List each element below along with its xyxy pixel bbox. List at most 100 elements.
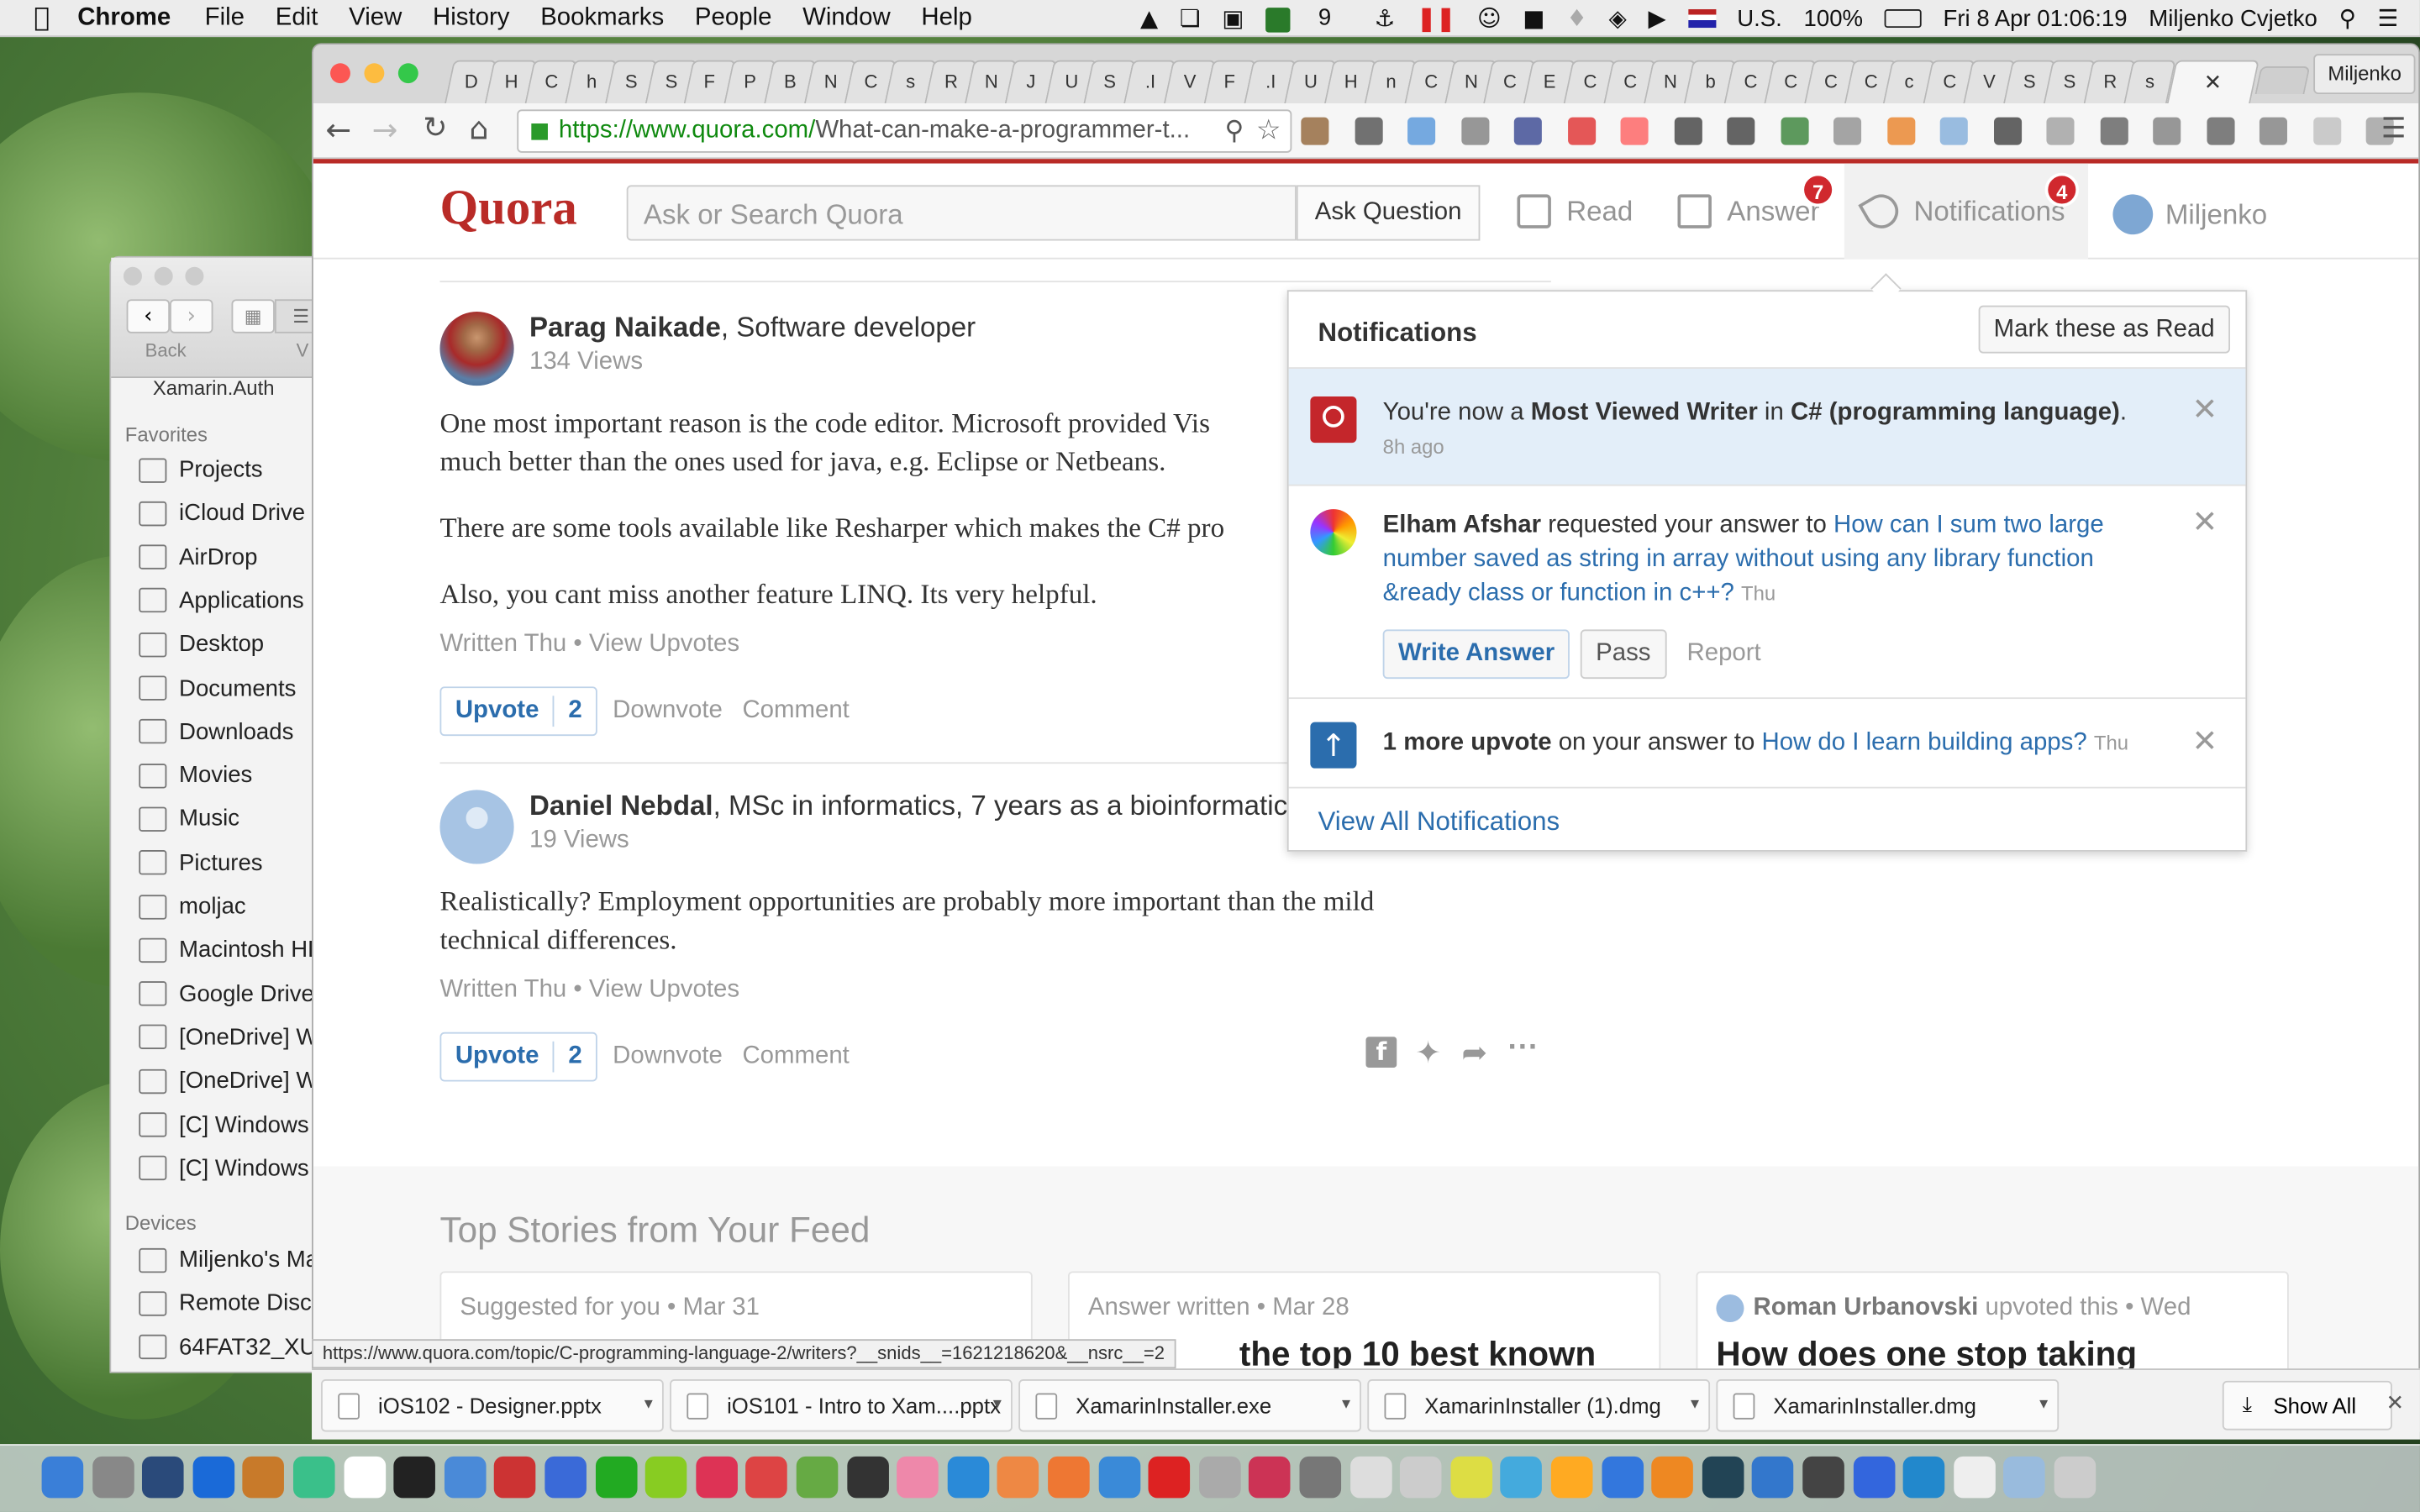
view-upvotes-link[interactable]: View Upvotes xyxy=(589,977,739,1003)
share-icon[interactable]: ➦ xyxy=(1461,1034,1487,1071)
wifi-icon[interactable]: ◈ xyxy=(1609,5,1627,33)
notification-item[interactable]: Elham Afshar requested your answer to Ho… xyxy=(1288,487,2246,700)
app-dock-icon[interactable] xyxy=(846,1456,889,1499)
apple-icon[interactable]:  xyxy=(34,3,50,34)
written-date[interactable]: Written Thu xyxy=(439,977,566,1003)
download-item[interactable]: iOS101 - Intro to Xam....pptx ▾ xyxy=(670,1379,1013,1432)
clock[interactable]: Fri 8 Apr 01:06:19 xyxy=(1944,5,2128,31)
home-icon[interactable]: ⌂ xyxy=(469,109,488,146)
sidebar-item[interactable]: [C] Windows xyxy=(139,1111,309,1138)
notification-item[interactable]: You're now a Most Viewed Writer in C# (p… xyxy=(1288,368,2246,486)
close-shelf-icon[interactable]: ✕ xyxy=(2386,1392,2405,1416)
xcode-dock-icon[interactable] xyxy=(1902,1456,1945,1499)
download-item[interactable]: XamarinInstaller (1).dmg ▾ xyxy=(1367,1379,1711,1432)
calendar-dock-icon[interactable] xyxy=(1349,1456,1392,1499)
timer-ext-icon[interactable] xyxy=(1460,117,1489,145)
app-dock-icon[interactable] xyxy=(897,1456,939,1499)
sidebar-device[interactable]: Miljenko's Ma xyxy=(139,1247,318,1273)
appstore-dock-icon[interactable] xyxy=(1601,1456,1644,1499)
download-item[interactable]: iOS102 - Designer.pptx ▾ xyxy=(321,1379,664,1432)
window-close-dot[interactable] xyxy=(330,63,350,84)
view-all-notifications-link[interactable]: View All Notifications xyxy=(1318,807,1560,838)
snowflake-ext-icon[interactable] xyxy=(2312,117,2341,145)
window-icon[interactable]: ❏ xyxy=(1180,5,1201,33)
quora-logo[interactable]: Quora xyxy=(439,179,576,236)
x-ext-icon[interactable] xyxy=(1993,117,2022,145)
downvote-button[interactable]: Downvote xyxy=(613,697,723,725)
app-dock-icon[interactable] xyxy=(1651,1456,1694,1499)
sidebar-item[interactable]: Music xyxy=(139,806,239,832)
feather-ext-icon[interactable] xyxy=(2259,117,2287,145)
github-ext-icon[interactable] xyxy=(2099,117,2128,145)
window-minimize-dot[interactable] xyxy=(364,63,385,84)
xamarin-dock-icon[interactable] xyxy=(1853,1456,1895,1499)
sidebar-item[interactable]: Movies xyxy=(139,763,252,789)
author-name[interactable]: Daniel Nebdal xyxy=(529,790,713,821)
sidebar-item[interactable]: Projects xyxy=(139,457,263,483)
anchor-icon[interactable]: ⚓ xyxy=(1375,5,1396,33)
menu-help[interactable]: Help xyxy=(921,4,971,32)
nav-answer[interactable]: Answer xyxy=(1677,194,1820,228)
app-dock-icon[interactable] xyxy=(595,1456,637,1499)
forward-icon[interactable]: → xyxy=(372,111,398,148)
app-dock-icon[interactable] xyxy=(1550,1456,1593,1499)
close-dot[interactable] xyxy=(123,266,142,286)
chevron-down-icon[interactable]: ▾ xyxy=(644,1394,653,1413)
app-dock-icon[interactable] xyxy=(1752,1456,1794,1499)
battery-percent[interactable]: 100% xyxy=(1804,5,1863,31)
reload-icon[interactable]: ↻ xyxy=(423,111,447,144)
minimize-dot[interactable] xyxy=(154,266,173,286)
terminal-dock-icon[interactable] xyxy=(393,1456,436,1499)
author-name[interactable]: Parag Naikade xyxy=(529,312,721,343)
sidebar-device[interactable]: 64FAT32_XU xyxy=(139,1334,316,1360)
question-link[interactable]: How do I learn building apps? xyxy=(1761,730,2086,756)
zoom-icon[interactable]: ⚲ xyxy=(1225,116,1244,147)
chevron-down-icon[interactable]: ▾ xyxy=(993,1394,1002,1413)
launchpad-dock-icon[interactable] xyxy=(92,1456,134,1499)
chevron-down-icon[interactable]: ▾ xyxy=(1342,1394,1350,1413)
written-date[interactable]: Written Thu xyxy=(439,631,566,657)
chevron-down-icon[interactable]: ▾ xyxy=(1691,1394,1699,1413)
dismiss-icon[interactable]: ✕ xyxy=(2192,391,2218,428)
calendar-ext-icon[interactable] xyxy=(1407,117,1436,145)
back-arrow-icon[interactable]: ‹ xyxy=(126,299,171,333)
activity-badge[interactable]: 9 xyxy=(1265,5,1353,32)
atom-dock-icon[interactable] xyxy=(292,1456,335,1499)
menu-file[interactable]: File xyxy=(205,4,245,32)
ask-question-button[interactable]: Ask Question xyxy=(1296,185,1481,241)
nav-read[interactable]: Read xyxy=(1517,194,1633,228)
comment-button[interactable]: Comment xyxy=(742,697,849,725)
app-dock-icon[interactable] xyxy=(142,1456,184,1499)
volume-icon[interactable]: ▶ xyxy=(1649,5,1666,33)
facebook-share-icon[interactable]: f xyxy=(1365,1037,1397,1068)
profile-button[interactable]: Miljenko xyxy=(2313,54,2416,95)
upvote-button[interactable]: Upvote 2 xyxy=(439,686,598,737)
dismiss-icon[interactable]: ✕ xyxy=(2192,503,2218,540)
avatar[interactable] xyxy=(439,790,514,864)
drive-ext-icon[interactable] xyxy=(2206,117,2234,145)
menu-view[interactable]: View xyxy=(349,4,402,32)
view-upvotes-link[interactable]: View Upvotes xyxy=(589,631,739,657)
sidebar-item[interactable]: Desktop xyxy=(139,632,264,658)
chrome-dock-icon[interactable] xyxy=(947,1456,989,1499)
chrome-menu-icon[interactable]: ☰ xyxy=(2381,113,2407,145)
folder-dock-icon[interactable] xyxy=(2003,1456,2046,1499)
tab-close-icon[interactable]: ✕ xyxy=(2204,61,2223,102)
download-item[interactable]: XamarinInstaller.exe ▾ xyxy=(1018,1379,1361,1432)
story-upvoter[interactable]: Roman Urbanovski xyxy=(1753,1294,1978,1320)
sidebar-item[interactable]: Google Drive xyxy=(139,980,314,1007)
window-zoom-dot[interactable] xyxy=(397,63,418,84)
menu-edit[interactable]: Edit xyxy=(276,4,318,32)
bw-ext-icon[interactable] xyxy=(1780,117,1808,145)
battery-icon[interactable] xyxy=(1884,9,1922,29)
sidebar-item[interactable]: [OneDrive] W xyxy=(139,1024,318,1051)
sidebar-item[interactable]: iCloud Drive xyxy=(139,501,305,527)
download-item[interactable]: XamarinInstaller.dmg ▾ xyxy=(1716,1379,2060,1432)
gear-ext-icon[interactable] xyxy=(1673,117,1702,145)
app-dock-icon[interactable] xyxy=(1450,1456,1492,1499)
printer-ext-icon[interactable] xyxy=(1301,117,1329,145)
zoom-dot[interactable] xyxy=(185,266,204,286)
app-dock-icon[interactable] xyxy=(1953,1456,1996,1499)
hat-icon[interactable]: ▲ xyxy=(1140,5,1158,33)
app-dock-icon[interactable] xyxy=(1702,1456,1744,1499)
